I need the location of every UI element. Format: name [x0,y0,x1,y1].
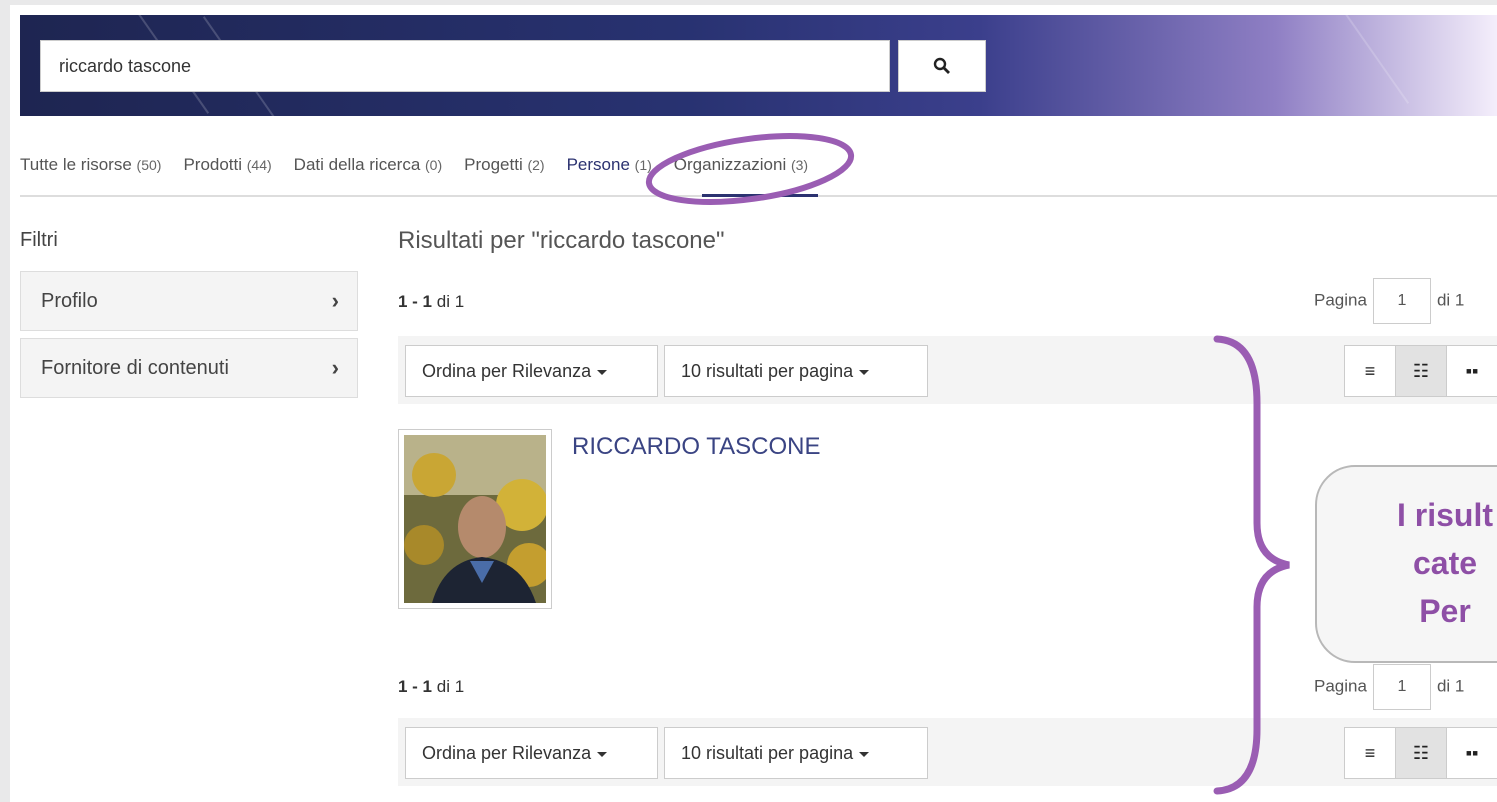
chevron-right-icon: › [331,355,339,380]
page-input[interactable]: 1 [1372,664,1431,710]
sort-dropdown[interactable]: Ordina per Rilevanza [405,345,658,397]
list-view-button[interactable]: ≡ [1344,345,1396,397]
per-page-dropdown[interactable]: 10 risultati per pagina [664,345,928,397]
view-mode-group: ≡ ☷ ▪▪ [1344,727,1497,779]
annotation-callout: I risult cate Per [1315,465,1497,663]
detail-list-view-button[interactable]: ☷ [1395,345,1447,397]
facet-profilo[interactable]: Profilo › [20,271,358,331]
results-count: 1 - 1 di 1 [398,292,465,311]
brace-annotation [1213,335,1290,795]
tab-tutte-le-risorse[interactable]: Tutte le risorse (50) [20,155,161,175]
caret-down-icon [597,751,608,757]
caret-down-icon [859,369,870,375]
tab-dati-della-ricerca[interactable]: Dati della ricerca (0) [294,155,442,175]
facet-fornitore-di-contenuti[interactable]: Fornitore di contenuti › [20,338,358,398]
chevron-right-icon: › [331,288,339,313]
grid-icon: ▪▪ [1465,742,1479,763]
page-input[interactable]: 1 [1372,278,1431,324]
avatar [404,435,551,603]
grid-icon: ▪▪ [1465,360,1479,381]
grid-view-button[interactable]: ▪▪ [1446,345,1497,397]
facet-label: Profilo [41,290,98,312]
search-input[interactable]: riccardo tascone [40,40,890,92]
per-page-dropdown[interactable]: 10 risultati per pagina [664,727,928,779]
list-icon: ≡ [1364,360,1376,381]
caret-down-icon [597,369,608,375]
results-title: Risultati per "riccardo tascone" [398,227,725,254]
results-count-bottom: 1 - 1 di 1 [398,677,465,696]
search-icon [933,57,950,74]
grid-view-button[interactable]: ▪▪ [1446,727,1497,779]
detail-list-icon: ☷ [1412,360,1430,381]
pagination-bottom: Pagina 1 di 1 [1314,664,1464,710]
tab-persone[interactable]: Persone (1) [567,155,652,175]
results-toolbar: Ordina per Rilevanza 10 risultati per pa… [398,336,1497,404]
pagination-top: Pagina 1 di 1 [1314,278,1464,324]
detail-list-icon: ☷ [1412,742,1430,763]
filters-title: Filtri [20,229,58,251]
person-name-link[interactable]: RICCARDO TASCONE [572,433,820,461]
facet-label: Fornitore di contenuti [41,357,229,379]
sort-dropdown[interactable]: Ordina per Rilevanza [405,727,658,779]
highlight-ellipse [645,133,855,205]
tab-prodotti[interactable]: Prodotti (44) [183,155,271,175]
person-photo[interactable] [398,429,552,609]
detail-list-view-button[interactable]: ☷ [1395,727,1447,779]
list-icon: ≡ [1364,742,1376,763]
list-view-button[interactable]: ≡ [1344,727,1396,779]
page: riccardo tascone Tutte le risorse (50) Pr… [10,5,1497,802]
caret-down-icon [859,751,870,757]
view-mode-group: ≡ ☷ ▪▪ [1344,345,1497,397]
search-button[interactable] [898,40,986,92]
results-toolbar-bottom: Ordina per Rilevanza 10 risultati per pa… [398,718,1497,786]
tab-progetti[interactable]: Progetti (2) [464,155,544,175]
